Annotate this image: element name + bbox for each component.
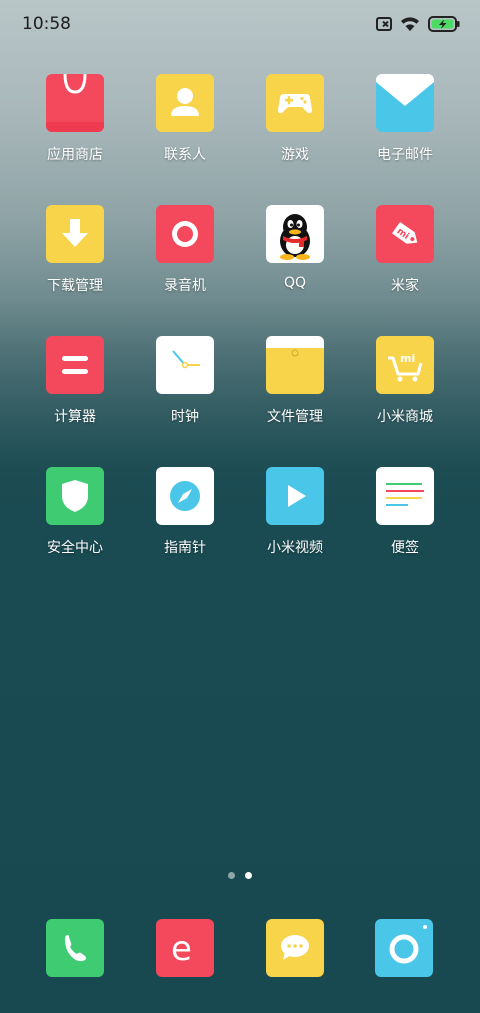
file-manager-icon xyxy=(266,336,324,394)
app-download[interactable]: 下载管理 xyxy=(20,205,130,295)
svg-text:e: e xyxy=(171,929,192,969)
status-bar: 10:58 xyxy=(0,0,480,52)
app-label: 小米商城 xyxy=(377,409,433,425)
clock-icon xyxy=(156,336,214,394)
app-label: 计算器 xyxy=(54,409,96,425)
download-icon xyxy=(46,205,104,263)
calculator-icon xyxy=(46,336,104,394)
compass-icon xyxy=(156,467,214,525)
app-label: 游戏 xyxy=(281,147,309,163)
app-game[interactable]: 游戏 xyxy=(240,74,350,164)
app-label: 录音机 xyxy=(164,278,206,294)
app-recorder[interactable]: 录音机 xyxy=(130,205,240,295)
svg-text:mi: mi xyxy=(400,352,415,365)
app-calculator[interactable]: 计算器 xyxy=(20,336,130,426)
app-video[interactable]: 小米视频 xyxy=(240,467,350,557)
app-mijia[interactable]: mi 米家 xyxy=(350,205,460,295)
security-icon xyxy=(46,467,104,525)
app-file-manager[interactable]: 文件管理 xyxy=(240,336,350,426)
app-email[interactable]: 电子邮件 xyxy=(350,74,460,164)
app-label: 小米视频 xyxy=(267,540,323,556)
app-label: 米家 xyxy=(391,278,419,294)
app-label: 电子邮件 xyxy=(377,147,433,163)
app-mi-store[interactable]: mi 小米商城 xyxy=(350,336,460,426)
app-label: 联系人 xyxy=(164,147,206,163)
app-label: 文件管理 xyxy=(267,409,323,425)
mijia-icon: mi xyxy=(376,205,434,263)
app-label: 便签 xyxy=(391,540,419,556)
recorder-icon xyxy=(156,205,214,263)
app-security[interactable]: 安全中心 xyxy=(20,467,130,557)
app-label: 时钟 xyxy=(171,409,199,425)
app-label: 下载管理 xyxy=(47,278,103,294)
app-label: QQ xyxy=(283,275,307,291)
app-app-store[interactable]: 应用商店 xyxy=(20,74,130,164)
app-label: 安全中心 xyxy=(47,540,103,556)
battery-charging-icon xyxy=(428,16,460,32)
app-qq[interactable]: QQ xyxy=(240,205,350,291)
app-contacts[interactable]: 联系人 xyxy=(130,74,240,164)
wifi-icon xyxy=(400,16,420,32)
messages-icon[interactable] xyxy=(266,919,324,977)
page-dot-2-active[interactable] xyxy=(245,872,252,879)
qq-icon xyxy=(266,205,324,263)
mi-store-icon: mi xyxy=(376,336,434,394)
app-label: 指南针 xyxy=(164,540,206,556)
status-icons xyxy=(376,16,460,32)
app-label: 应用商店 xyxy=(47,147,103,163)
page-dot-1[interactable] xyxy=(228,872,235,879)
app-notes[interactable]: 便签 xyxy=(350,467,460,557)
page-indicator xyxy=(0,872,480,879)
no-sim-icon xyxy=(376,17,392,31)
app-store-icon xyxy=(46,74,104,132)
video-icon xyxy=(266,467,324,525)
app-compass[interactable]: 指南针 xyxy=(130,467,240,557)
contacts-icon xyxy=(156,74,214,132)
browser-icon[interactable]: e xyxy=(156,919,214,977)
status-time: 10:58 xyxy=(22,14,71,34)
game-icon xyxy=(266,74,324,132)
email-icon xyxy=(376,74,434,132)
phone-icon[interactable] xyxy=(46,919,104,977)
camera-icon[interactable] xyxy=(375,919,433,977)
app-clock[interactable]: 时钟 xyxy=(130,336,240,426)
notes-icon xyxy=(376,467,434,525)
